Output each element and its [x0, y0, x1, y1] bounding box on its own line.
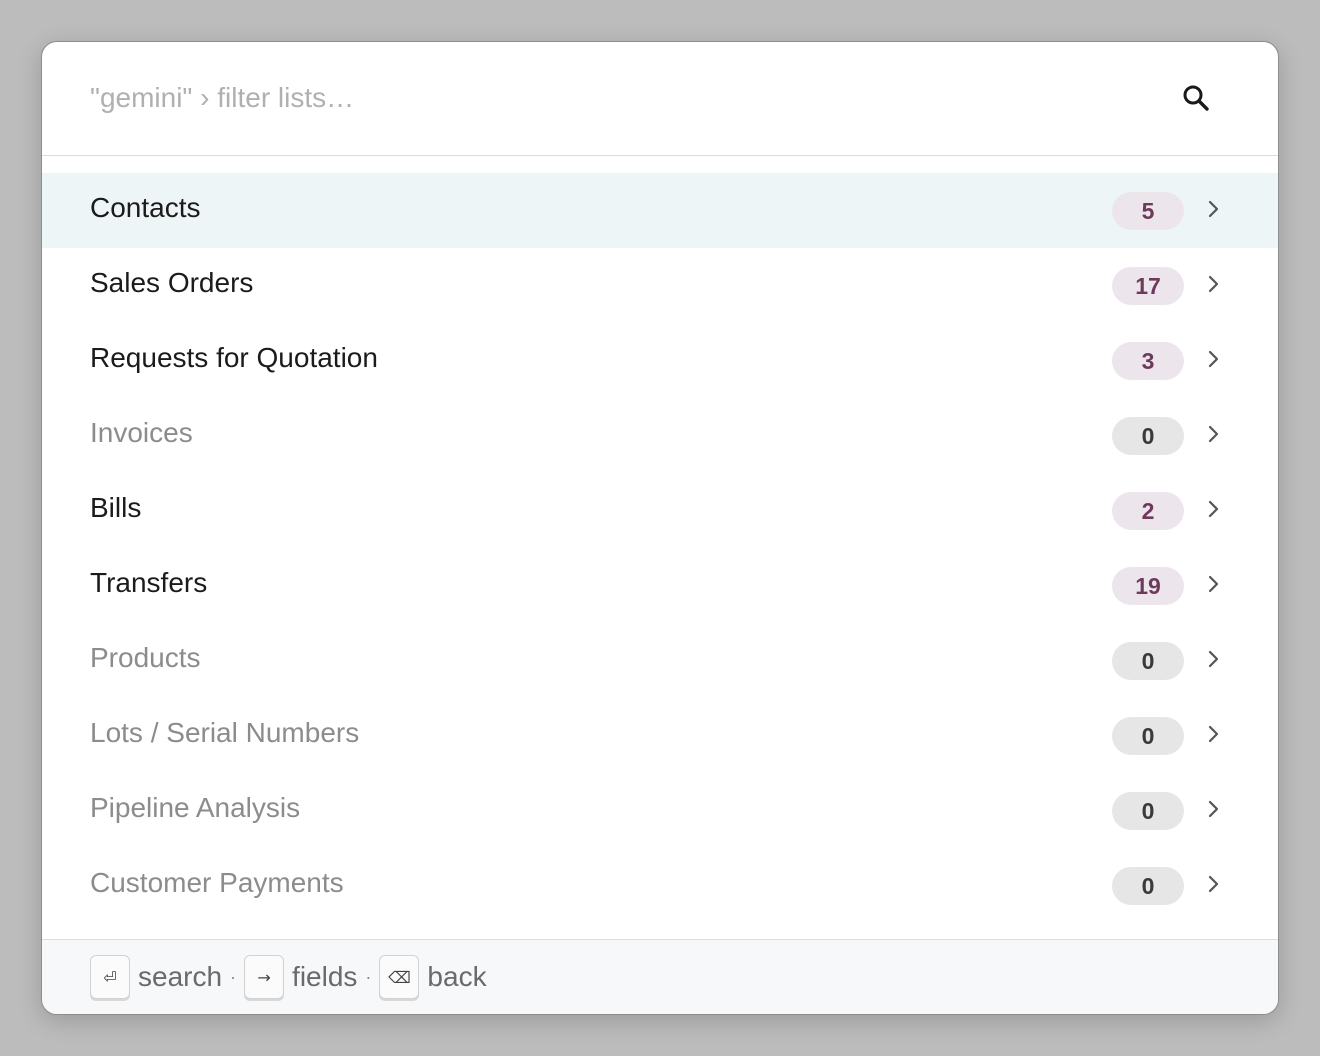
command-palette: Contacts 5 Sales Orders 17 Requests for … — [41, 41, 1279, 1015]
backspace-key-icon: ⌫ — [379, 955, 420, 999]
chevron-right-icon — [1206, 347, 1222, 371]
chevron-right-icon — [1206, 572, 1222, 596]
keyboard-hints-footer: ⏎ search · → fields · ⌫ back — [42, 939, 1278, 1014]
search-bar — [42, 42, 1278, 156]
chevron-right-icon — [1206, 197, 1222, 221]
enter-key-icon: ⏎ — [90, 955, 130, 999]
list-item[interactable]: Products 0 — [42, 623, 1278, 698]
list-item[interactable]: Customer Payments 0 — [42, 848, 1278, 923]
count-badge: 0 — [1112, 867, 1184, 905]
chevron-right-icon — [1206, 647, 1222, 671]
hint-fields-label: fields — [292, 961, 358, 992]
search-input[interactable] — [90, 72, 1090, 124]
hint-separator: · — [365, 966, 372, 987]
chevron-right-icon — [1206, 422, 1222, 446]
count-badge: 3 — [1112, 342, 1184, 380]
list-item[interactable]: Pipeline Analysis 0 — [42, 773, 1278, 848]
list-item[interactable]: Transfers 19 — [42, 548, 1278, 623]
list-item-label: Bills — [90, 492, 142, 523]
list-item[interactable]: Sales Orders 17 — [42, 248, 1278, 323]
list-item-label: Customer Payments — [90, 867, 344, 898]
list-item-label: Contacts — [90, 192, 201, 223]
list-item-label: Pipeline Analysis — [90, 792, 301, 823]
list-item-label: Sales Orders — [90, 267, 254, 298]
hint-separator: · — [230, 966, 237, 987]
chevron-right-icon — [1206, 797, 1222, 821]
count-badge: 0 — [1112, 642, 1184, 680]
list-results: Contacts 5 Sales Orders 17 Requests for … — [42, 173, 1278, 923]
chevron-right-icon — [1206, 722, 1222, 746]
list-item-label: Transfers — [90, 567, 208, 598]
search-icon[interactable] — [1180, 82, 1212, 114]
count-badge: 2 — [1112, 492, 1184, 530]
list-item-label: Products — [90, 642, 201, 673]
chevron-right-icon — [1206, 497, 1222, 521]
arrow-right-key-icon: → — [244, 955, 285, 999]
count-badge: 0 — [1112, 417, 1184, 455]
count-badge: 0 — [1112, 792, 1184, 830]
list-item[interactable]: Invoices 0 — [42, 398, 1278, 473]
count-badge: 0 — [1112, 717, 1184, 755]
list-item-label: Lots / Serial Numbers — [90, 717, 360, 748]
hint-back-label: back — [427, 961, 487, 992]
list-item[interactable]: Contacts 5 — [42, 173, 1278, 248]
count-badge: 19 — [1112, 567, 1184, 605]
chevron-right-icon — [1206, 272, 1222, 296]
list-item[interactable]: Bills 2 — [42, 473, 1278, 548]
list-item[interactable]: Lots / Serial Numbers 0 — [42, 698, 1278, 773]
list-item[interactable]: Requests for Quotation 3 — [42, 323, 1278, 398]
chevron-right-icon — [1206, 872, 1222, 896]
list-item-label: Invoices — [90, 417, 193, 448]
count-badge: 17 — [1112, 267, 1184, 305]
hint-search-label: search — [138, 961, 223, 992]
keyboard-hints: ⏎ search · → fields · ⌫ back — [90, 954, 487, 1000]
list-item-label: Requests for Quotation — [90, 342, 378, 373]
count-badge: 5 — [1112, 192, 1184, 230]
